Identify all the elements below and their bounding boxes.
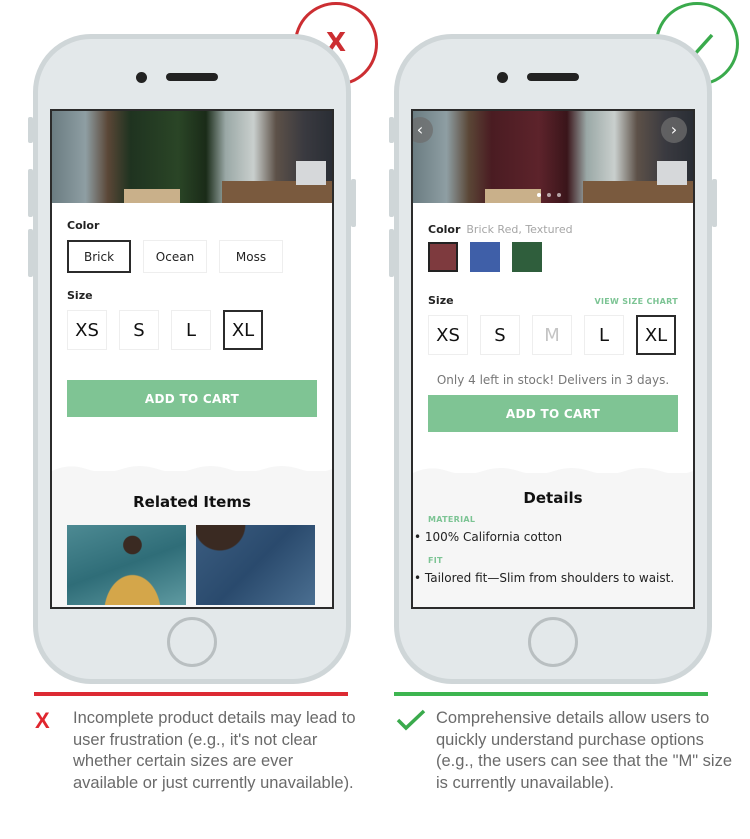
phone-volume-down (28, 229, 33, 277)
size-option-l[interactable]: L (584, 315, 624, 355)
x-mark-icon: X (35, 708, 50, 733)
details-item-material: • 100% California cotton (414, 530, 563, 544)
related-items-title: Related Items (133, 493, 251, 511)
size-option-xl[interactable]: XL (636, 315, 676, 355)
size-options: XS S M L XL (428, 315, 678, 355)
bad-divider-line (34, 692, 348, 696)
size-option-s[interactable]: S (480, 315, 520, 355)
swatch-ocean-blue[interactable] (470, 242, 500, 272)
phone-mute-switch (28, 117, 33, 143)
carousel-dot[interactable] (557, 193, 561, 197)
details-section: Details MATERIAL • 100% California cotto… (413, 468, 693, 607)
phone-volume-up (28, 169, 33, 217)
carousel-prev-chevron-left-icon[interactable]: ‹ (413, 117, 433, 143)
wave-divider (413, 468, 693, 475)
phone-speaker (166, 73, 218, 81)
phone-speaker (527, 73, 579, 81)
color-option-brick[interactable]: Brick (67, 240, 131, 273)
related-item-denim-shirt[interactable] (196, 525, 315, 605)
stock-message: Only 4 left in stock! Delivers in 3 days… (436, 373, 670, 387)
carousel-next-chevron-right-icon[interactable]: › (661, 117, 687, 143)
phone-mute-switch (389, 117, 394, 143)
wave-divider (52, 466, 332, 473)
phone-camera (136, 72, 147, 83)
size-option-xs[interactable]: XS (67, 310, 107, 350)
carousel-dots (537, 193, 561, 197)
swatch-brick-red[interactable] (428, 242, 458, 272)
swatch-moss-green[interactable] (512, 242, 542, 272)
product-screen: Color Brick Ocean Moss Size XS S L XL AD… (50, 109, 334, 609)
details-item-fit: • Tailored fit—Slim from shoulders to wa… (414, 571, 675, 585)
color-label: Color (428, 223, 461, 236)
size-options: XS S L XL (67, 310, 317, 350)
size-label: Size (428, 294, 454, 307)
hero-laptop (657, 161, 687, 185)
product-hero-carousel: ‹ › (413, 111, 693, 203)
related-item-yellow-jacket[interactable] (67, 525, 186, 605)
details-title: Details (523, 489, 583, 507)
phone-good-example: ‹ › Color Brick Red, Textured Size VIEW … (389, 34, 717, 684)
phone-power-button (712, 179, 717, 227)
phone-bad-example: Color Brick Ocean Moss Size XS S L XL AD… (28, 34, 356, 684)
phone-volume-down (389, 229, 394, 277)
add-to-cart-button[interactable]: ADD TO CART (67, 380, 317, 417)
phone-power-button (351, 179, 356, 227)
color-swatches (428, 242, 678, 272)
color-option-ocean[interactable]: Ocean (143, 240, 207, 273)
phone-home-button (167, 617, 217, 667)
size-option-xs[interactable]: XS (428, 315, 468, 355)
product-screen: ‹ › Color Brick Red, Textured Size VIEW … (411, 109, 695, 609)
color-options: Brick Ocean Moss (67, 240, 317, 273)
add-to-cart-button[interactable]: ADD TO CART (428, 395, 678, 432)
hero-box (485, 189, 541, 203)
phone-home-button (528, 617, 578, 667)
bad-example-caption: Incomplete product details may lead to u… (73, 709, 356, 792)
good-example-caption: Comprehensive details allow users to qui… (436, 709, 733, 792)
details-heading-fit: FIT (428, 556, 443, 565)
phone-camera (497, 72, 508, 83)
size-option-s[interactable]: S (119, 310, 159, 350)
color-option-moss[interactable]: Moss (219, 240, 283, 273)
product-hero-image (52, 111, 332, 203)
details-heading-material: MATERIAL (428, 515, 476, 524)
carousel-dot[interactable] (547, 193, 551, 197)
good-divider-line (394, 692, 708, 696)
size-label: Size (67, 289, 93, 302)
carousel-dot[interactable] (537, 193, 541, 197)
size-option-m-unavailable: M (532, 315, 572, 355)
hero-box (124, 189, 180, 203)
view-size-chart-link[interactable]: VIEW SIZE CHART (594, 297, 678, 306)
size-option-xl[interactable]: XL (223, 310, 263, 350)
related-items-section: Related Items (52, 466, 332, 607)
selected-color-name: Brick Red, Textured (466, 223, 573, 236)
checkmark-icon (394, 708, 428, 736)
phone-volume-up (389, 169, 394, 217)
hero-laptop (296, 161, 326, 185)
size-option-l[interactable]: L (171, 310, 211, 350)
color-label: Color (67, 219, 100, 232)
